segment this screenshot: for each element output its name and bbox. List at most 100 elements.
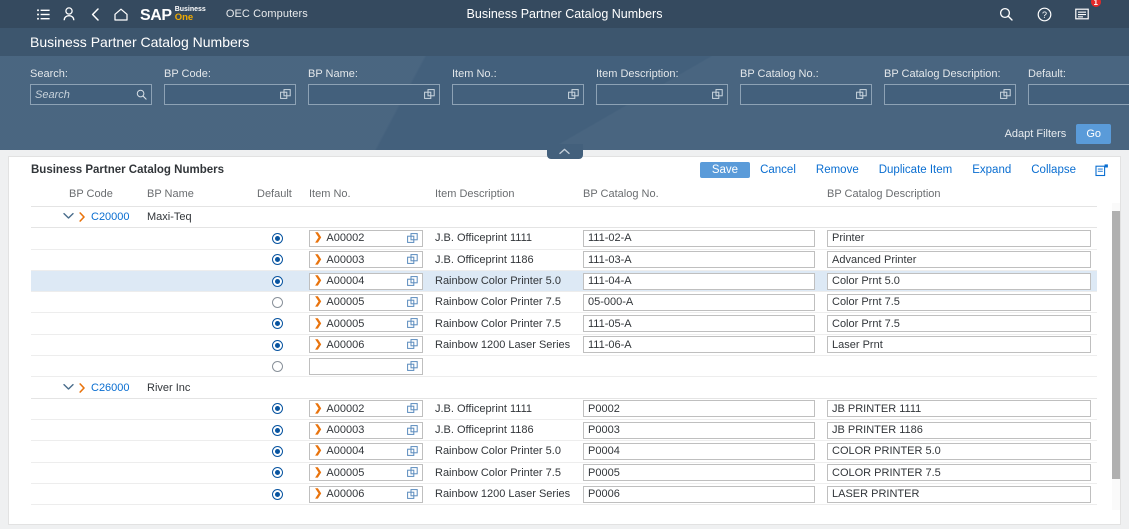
value-help-icon[interactable] (995, 89, 1015, 100)
cancel-button[interactable]: Cancel (750, 162, 806, 178)
catalog-no-input[interactable]: 111-05-A (583, 315, 815, 333)
filter-input-wrapper[interactable] (740, 84, 872, 105)
value-help-icon[interactable] (419, 89, 439, 100)
item-no-input[interactable]: ❯ A00005 (309, 464, 423, 482)
filter-input[interactable] (453, 88, 563, 101)
item-link-chevron-icon[interactable]: ❯ (314, 233, 322, 243)
value-help-icon[interactable] (851, 89, 871, 100)
item-no-input[interactable]: ❯ A00002 (309, 400, 423, 418)
item-link-chevron-icon[interactable]: ❯ (314, 276, 322, 286)
item-no-input[interactable]: ❯ A00006 (309, 485, 423, 503)
item-no-input[interactable] (309, 357, 423, 375)
table-row[interactable]: ❯ A00004 Rainbow Color Printer 5.0 111-04-A… (31, 270, 1097, 293)
table-row[interactable]: ❯ A00006 Rainbow 1200 Laser Series 111-06-A… (31, 334, 1097, 357)
item-no-input[interactable]: ❯ A00006 (309, 336, 423, 354)
table-settings-icon[interactable] (1090, 160, 1114, 180)
remove-button[interactable]: Remove (806, 162, 869, 178)
catalog-no-input[interactable]: P0004 (583, 442, 815, 460)
catalog-description-input[interactable]: COLOR PRINTER 7.5 (827, 464, 1091, 482)
catalog-description-input[interactable]: Advanced Printer (827, 251, 1091, 269)
value-help-icon[interactable] (406, 424, 419, 436)
table-row[interactable]: ❯ A00003 J.B. Officeprint 1186 P0003 JB PRIN… (31, 419, 1097, 442)
filter-input-wrapper[interactable] (884, 84, 1016, 105)
value-help-icon[interactable] (406, 339, 419, 350)
item-link-chevron-icon[interactable]: ❯ (314, 467, 322, 478)
default-radio-button[interactable] (271, 403, 283, 415)
group-bp-code-link[interactable]: C20000 (91, 211, 130, 223)
filter-input[interactable] (31, 88, 131, 101)
item-no-input[interactable]: ❯ A00005 (309, 315, 423, 333)
catalog-no-input[interactable]: 111-03-A (583, 251, 815, 269)
default-radio-button[interactable] (271, 275, 283, 287)
collapse-filterbar-button[interactable] (546, 144, 583, 159)
column-header[interactable]: Item No. (303, 183, 429, 207)
catalog-description-input[interactable]: Color Prnt 7.5 (827, 293, 1091, 311)
catalog-no-input[interactable]: P0005 (583, 464, 815, 482)
catalog-no-input[interactable]: 111-02-A (583, 229, 815, 247)
filter-input[interactable] (741, 88, 851, 101)
home-icon[interactable] (108, 3, 134, 25)
expand-button[interactable]: Expand (962, 162, 1021, 178)
item-link-chevron-icon[interactable]: ❯ (314, 403, 322, 414)
filter-input-wrapper[interactable] (308, 84, 440, 105)
item-link-chevron-icon[interactable]: ❯ (314, 446, 322, 456)
column-header[interactable]: BP Name (141, 183, 251, 207)
default-radio-button[interactable] (271, 318, 283, 330)
default-radio-button[interactable] (271, 360, 283, 372)
item-no-input[interactable]: ❯ A00003 (309, 421, 423, 439)
group-row[interactable]: C26000 River Inc (31, 376, 1097, 399)
value-help-icon[interactable] (406, 403, 419, 414)
table-row[interactable]: ❯ A00002 J.B. Officeprint 1111 P0002 JB PRIN… (31, 398, 1097, 420)
item-no-input[interactable]: ❯ A00005 (309, 293, 423, 311)
filter-input-wrapper[interactable] (452, 84, 584, 105)
duplicate-item-button[interactable]: Duplicate Item (869, 162, 963, 178)
catalog-no-input[interactable]: P0002 (583, 400, 815, 418)
item-link-chevron-icon[interactable]: ❯ (314, 339, 322, 350)
catalog-description-input[interactable]: JB PRINTER 1111 (827, 400, 1091, 418)
user-icon[interactable] (56, 3, 82, 25)
catalog-no-input[interactable]: 111-04-A (583, 272, 815, 290)
item-no-input[interactable]: ❯ A00004 (309, 272, 423, 290)
value-help-icon[interactable] (406, 275, 419, 287)
group-expand-chevron-icon[interactable] (63, 382, 74, 394)
column-header[interactable]: Item Description (429, 183, 577, 207)
default-radio-button[interactable] (271, 254, 283, 266)
catalog-no-input[interactable]: P0003 (583, 421, 815, 439)
search-icon[interactable] (131, 89, 151, 100)
value-help-icon[interactable] (406, 488, 419, 500)
value-help-icon[interactable] (406, 360, 419, 372)
table-row[interactable]: ❯ A00005 Rainbow Color Printer 7.5 05-000-A… (31, 291, 1097, 314)
catalog-no-input[interactable]: 05-000-A (583, 293, 815, 311)
catalog-description-input[interactable]: JB PRINTER 1186 (827, 421, 1091, 439)
table-row[interactable]: ❯ A00006 Rainbow 1200 Laser Series P0006 LAS… (31, 483, 1097, 506)
item-link-chevron-icon[interactable]: ❯ (314, 489, 322, 499)
column-header[interactable]: BP Catalog Description (821, 183, 1097, 207)
table-vertical-scrollbar[interactable] (1112, 203, 1120, 510)
item-link-chevron-icon[interactable]: ❯ (314, 425, 322, 435)
value-help-icon[interactable] (406, 296, 419, 308)
adapt-filters-link[interactable]: Adapt Filters (1005, 128, 1067, 140)
item-link-chevron-icon[interactable]: ❯ (314, 254, 322, 265)
catalog-description-input[interactable]: LASER PRINTER (827, 485, 1091, 503)
value-help-icon[interactable] (406, 318, 419, 329)
column-header[interactable]: BP Catalog No. (577, 183, 821, 207)
value-help-icon[interactable] (406, 254, 419, 265)
filter-input[interactable] (1029, 88, 1129, 101)
help-icon[interactable]: ? (1031, 3, 1057, 25)
messages-button[interactable]: 1 (1069, 0, 1102, 25)
catalog-description-input[interactable]: Color Prnt 7.5 (827, 315, 1091, 333)
value-help-icon[interactable] (563, 89, 583, 100)
column-header[interactable]: BP Code (31, 183, 141, 207)
filter-input[interactable] (165, 88, 275, 101)
column-header[interactable]: Default (251, 183, 303, 207)
table-row[interactable]: ❯ A00003 J.B. Officeprint 1186 111-03-A Adva… (31, 249, 1097, 271)
filter-input[interactable] (309, 88, 419, 101)
save-button[interactable]: Save (699, 162, 751, 178)
item-no-input[interactable]: ❯ A00002 (309, 229, 423, 247)
default-radio-button[interactable] (271, 339, 283, 351)
table-row[interactable]: ❯ A00005 Rainbow Color Printer 7.5 111-05-A… (31, 312, 1097, 335)
go-button[interactable]: Go (1076, 124, 1111, 144)
item-no-input[interactable]: ❯ A00004 (309, 442, 423, 460)
filter-input-wrapper[interactable] (596, 84, 728, 105)
group-bp-code-link[interactable]: C26000 (91, 382, 130, 394)
